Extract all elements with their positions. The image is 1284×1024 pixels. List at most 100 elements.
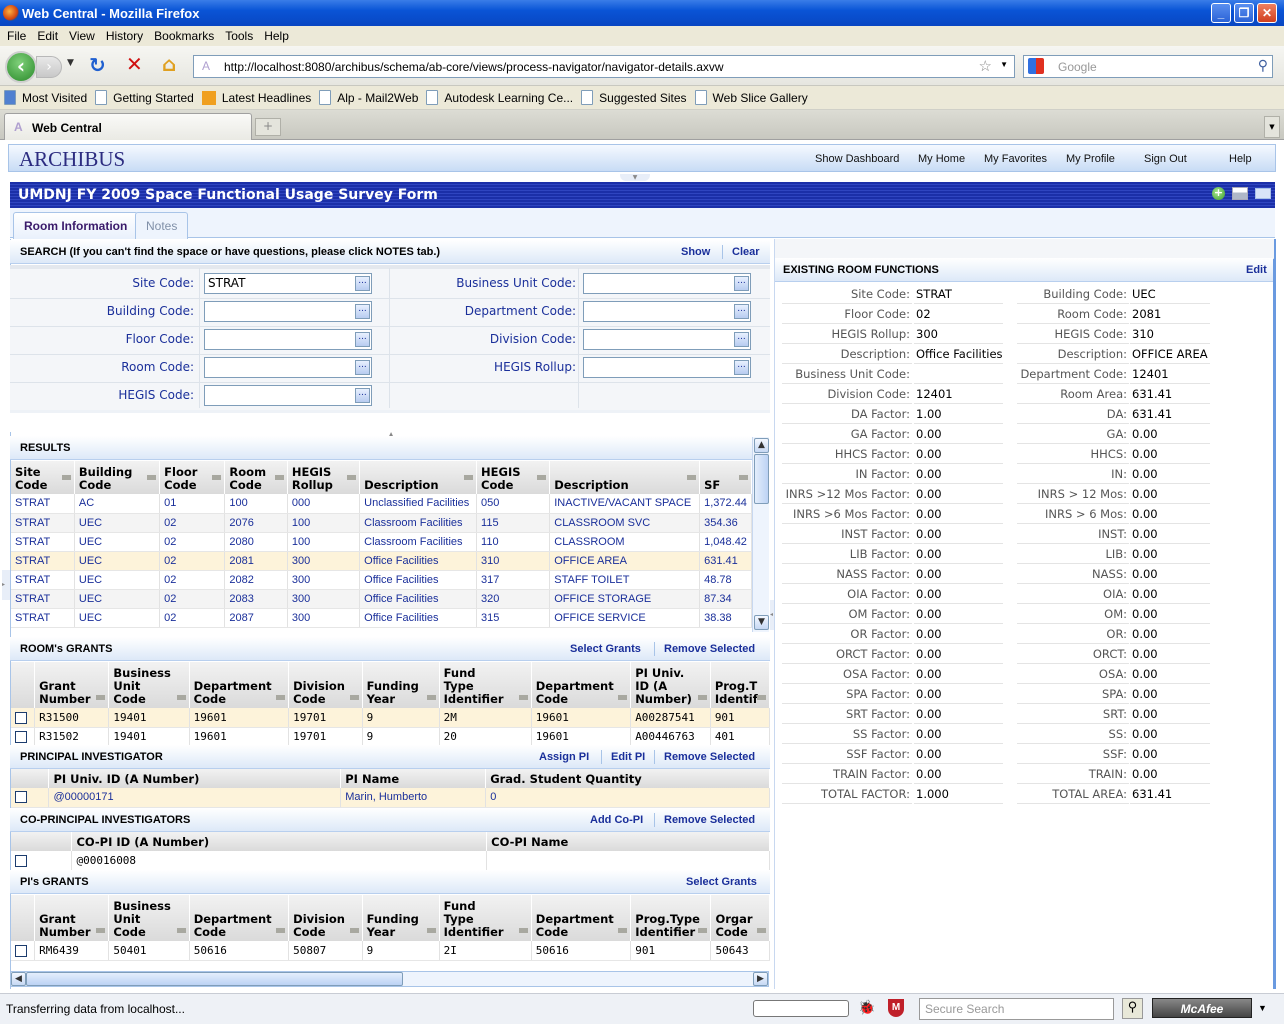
- room_grants-header-8[interactable]: Prog.T Identif: [710, 662, 771, 708]
- sort-handle-icon[interactable]: [349, 695, 359, 700]
- results-row[interactable]: STRAT UEC 02 2076 100 Classroom Facilities 115…: [11, 513, 752, 533]
- pi-header-2[interactable]: Grad. Student Quantity: [485, 769, 770, 788]
- room_grants-header-2[interactable]: Department Code: [189, 662, 290, 708]
- search-input-floorcode[interactable]: [204, 329, 372, 350]
- email-icon[interactable]: [1255, 188, 1271, 199]
- mcafee-shield-icon[interactable]: M: [888, 999, 904, 1017]
- menu-help[interactable]: Help: [264, 29, 289, 43]
- room_grants-header-1[interactable]: Business Unit Code: [108, 662, 190, 708]
- history-dropdown-icon[interactable]: ▼: [67, 58, 74, 68]
- collapse-header-handle[interactable]: ▼: [620, 174, 650, 181]
- expand-west-handle[interactable]: ▸: [2, 570, 10, 600]
- restore-button[interactable]: ❐: [1234, 3, 1254, 23]
- site-identity-icon[interactable]: A: [202, 59, 210, 73]
- print-icon[interactable]: [1232, 187, 1248, 200]
- pi_grants-header-4[interactable]: Funding Year: [362, 895, 440, 941]
- lookup-button[interactable]: ...: [734, 360, 749, 375]
- co-pi-header-0[interactable]: CO-PI ID (A Number): [71, 832, 488, 851]
- scroll-up-button[interactable]: ▲: [754, 438, 769, 453]
- pi_grants-header-5[interactable]: Fund Type Identifier: [439, 895, 532, 941]
- sort-handle-icon[interactable]: [96, 695, 106, 700]
- pi-row[interactable]: @00000171 Marin, Humberto 0: [11, 788, 770, 808]
- room_grants-header-0[interactable]: Grant Number: [34, 662, 110, 708]
- horizontal-scroll-thumb[interactable]: [26, 972, 403, 986]
- results-header-6[interactable]: HEGIS Code: [476, 461, 551, 494]
- url-dropdown-icon[interactable]: ▼: [1000, 60, 1008, 69]
- home-icon[interactable]: ⌂: [162, 52, 176, 76]
- pi_grants-header-2[interactable]: Department Code: [189, 895, 290, 941]
- results-scroll-thumb[interactable]: [754, 454, 769, 504]
- lookup-button[interactable]: ...: [355, 304, 370, 319]
- sort-handle-icon[interactable]: [96, 928, 106, 933]
- room_grants-row[interactable]: R31502 19401 19601 19701 9 20 19601 A00446763 40…: [11, 727, 771, 747]
- search-input-buildingcode[interactable]: [204, 301, 372, 322]
- remove-room-grants-button[interactable]: Remove Selected: [664, 643, 755, 655]
- secure-search-button[interactable]: ⚲: [1122, 998, 1143, 1019]
- my-home-link[interactable]: My Home: [918, 153, 965, 165]
- sort-handle-icon[interactable]: [537, 475, 547, 480]
- pi_grants-header-3[interactable]: Division Code: [288, 895, 363, 941]
- menu-file[interactable]: File: [7, 29, 26, 43]
- co-pi-header-1[interactable]: CO-PI Name: [486, 832, 770, 851]
- sort-handle-icon[interactable]: [697, 695, 707, 700]
- add-co-pi-button[interactable]: Add Co-PI: [590, 814, 643, 826]
- reload-icon[interactable]: ↻: [89, 53, 106, 77]
- results-header-7[interactable]: Description: [549, 461, 701, 494]
- edit-existing-button[interactable]: Edit: [1246, 264, 1267, 276]
- room_grants-header-5[interactable]: Fund Type Identifier: [439, 662, 532, 708]
- results-row[interactable]: STRAT UEC 02 2083 300 Office Facilities 320 OFF…: [11, 589, 752, 609]
- back-button[interactable]: ‹: [5, 51, 37, 83]
- results-row[interactable]: STRAT UEC 02 2080 100 Classroom Facilities 110…: [11, 532, 752, 552]
- sort-handle-icon[interactable]: [618, 695, 628, 700]
- results-row[interactable]: STRAT AC 01 100 000 Unclassified Facilities 05…: [11, 494, 752, 514]
- assign-pi-button[interactable]: Assign PI: [539, 751, 589, 763]
- room_grants-header-7[interactable]: PI Univ. ID (A Number): [630, 662, 711, 708]
- my-profile-link[interactable]: My Profile: [1066, 153, 1115, 165]
- search-input-roomcode[interactable]: [204, 357, 372, 378]
- menu-tools[interactable]: Tools: [225, 29, 253, 43]
- horizontal-scrollbar[interactable]: ◀ ▶: [10, 971, 769, 987]
- bookmark-suggested-sites[interactable]: Suggested Sites: [581, 90, 687, 105]
- search-input-divisioncode[interactable]: [583, 329, 751, 350]
- sort-handle-icon[interactable]: [276, 695, 286, 700]
- co-pi-row[interactable]: @00016008: [11, 851, 770, 871]
- forward-button[interactable]: ›: [36, 56, 62, 78]
- list-all-tabs-button[interactable]: ▼: [1264, 116, 1280, 138]
- sort-handle-icon[interactable]: [347, 475, 357, 480]
- sort-handle-icon[interactable]: [698, 928, 708, 933]
- help-link[interactable]: Help: [1229, 153, 1252, 165]
- bookmark-star-icon[interactable]: ☆: [979, 57, 992, 75]
- pi_grants-header-0[interactable]: Grant Number: [34, 895, 110, 941]
- sort-handle-icon[interactable]: [687, 475, 697, 480]
- close-window-button[interactable]: ✕: [1257, 3, 1277, 23]
- web-search-box[interactable]: Google ⚲: [1023, 55, 1273, 78]
- sort-handle-icon[interactable]: [518, 928, 528, 933]
- bookmark-alp-mail2web[interactable]: Alp - Mail2Web: [319, 90, 418, 105]
- search-input-hegisrollup[interactable]: [583, 357, 751, 378]
- room_grants-header-6[interactable]: Department Code: [531, 662, 632, 708]
- lookup-button[interactable]: ...: [734, 332, 749, 347]
- clear-button[interactable]: Clear: [732, 246, 760, 258]
- menu-bookmarks[interactable]: Bookmarks: [154, 29, 214, 43]
- results-header-1[interactable]: Building Code: [74, 461, 161, 494]
- select-room-grants-button[interactable]: Select Grants: [570, 643, 641, 655]
- results-row[interactable]: STRAT UEC 02 2082 300 Office Facilities 317 STA…: [11, 570, 752, 590]
- mcafee-dropdown-icon[interactable]: ▼: [1258, 1003, 1267, 1013]
- bookmark-web-slice-gallery[interactable]: Web Slice Gallery: [694, 90, 808, 105]
- pi-header-0[interactable]: PI Univ. ID (A Number): [48, 769, 342, 788]
- lookup-button[interactable]: ...: [355, 360, 370, 375]
- bookmark-autodesk[interactable]: Autodesk Learning Ce...: [426, 90, 573, 105]
- results-header-5[interactable]: Description: [359, 461, 478, 494]
- sort-handle-icon[interactable]: [464, 475, 474, 480]
- sort-handle-icon[interactable]: [757, 695, 766, 700]
- bookmark-latest-headlines[interactable]: Latest Headlines: [201, 90, 311, 105]
- tab-room-information[interactable]: Room Information: [13, 212, 139, 240]
- results-row[interactable]: STRAT UEC 02 2087 300 Office Facilities 315 OFF…: [11, 608, 752, 628]
- sort-handle-icon[interactable]: [276, 928, 286, 933]
- bookmark-most-visited[interactable]: Most Visited: [4, 90, 87, 105]
- select-pi-grants-button[interactable]: Select Grants: [686, 876, 757, 888]
- sort-handle-icon[interactable]: [518, 695, 528, 700]
- row-checkbox[interactable]: [15, 711, 27, 724]
- scroll-down-button[interactable]: ▼: [754, 615, 769, 630]
- sort-handle-icon[interactable]: [618, 928, 628, 933]
